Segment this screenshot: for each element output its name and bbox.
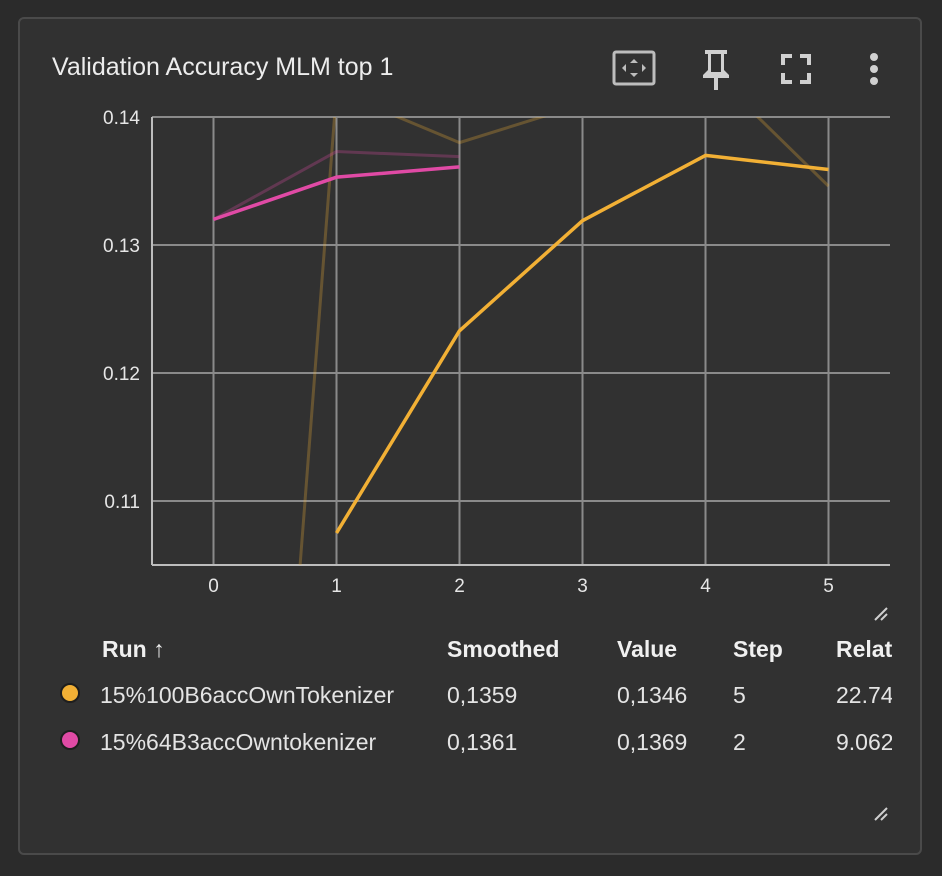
series-color-dot xyxy=(60,683,80,703)
chart-card: Validation Accuracy MLM top 1 0 1 2 3 4 5 0.11… xyxy=(18,17,922,855)
series-raw-line-0 xyxy=(298,117,830,565)
y-tick-label: 0.11 xyxy=(104,492,140,513)
column-header-run[interactable]: Run ↑ xyxy=(102,629,165,669)
column-header-value[interactable]: Value xyxy=(617,629,677,669)
y-tick-label: 0.12 xyxy=(103,364,140,385)
smoothed-value: 0,1361 xyxy=(447,729,518,755)
step-value: 5 xyxy=(733,682,746,708)
x-tick-label: 3 xyxy=(577,576,588,597)
column-header-smoothed[interactable]: Smoothed xyxy=(447,629,559,669)
run-name: 15%100B6accOwnTokenizer xyxy=(100,682,395,708)
x-tick-label: 5 xyxy=(823,576,834,597)
column-header-relative[interactable]: Relat xyxy=(836,629,892,669)
column-header-step[interactable]: Step xyxy=(733,629,783,669)
legend-row[interactable]: 15%100B6accOwnTokenizer 0,1359 0,1346 5 … xyxy=(20,675,892,715)
card-resize-handle[interactable] xyxy=(872,805,890,823)
smoothed-value: 0,1359 xyxy=(447,682,518,708)
relative-time: 9.062 xyxy=(836,729,892,755)
legend-header-row: Run ↑ Smoothed Value Step Relat xyxy=(20,629,892,669)
raw-value: 0,1369 xyxy=(617,729,688,755)
resize-icon xyxy=(874,807,888,821)
x-tick-label: 1 xyxy=(331,576,342,597)
raw-value: 0,1346 xyxy=(617,682,688,708)
x-tick-label: 0 xyxy=(208,576,219,597)
plot-area xyxy=(212,117,830,565)
y-tick-label: 0.13 xyxy=(103,236,140,257)
legend-table: Run ↑ Smoothed Value Step Relat 15%100B6… xyxy=(20,629,892,779)
relative-time: 22.74 xyxy=(836,682,892,708)
line-chart[interactable]: 0 1 2 3 4 5 0.11 0.12 0.13 0.14 xyxy=(20,19,920,619)
x-tick-label: 2 xyxy=(454,576,465,597)
chart-resize-handle[interactable] xyxy=(872,605,890,623)
series-color-dot xyxy=(60,730,80,750)
resize-icon xyxy=(874,607,888,621)
y-tick-label: 0.14 xyxy=(103,108,140,129)
run-name: 15%64B3accOwntokenizer xyxy=(100,729,377,755)
legend-row[interactable]: 15%64B3accOwntokenizer 0,1361 0,1369 2 9… xyxy=(20,722,892,762)
step-value: 2 xyxy=(733,729,746,755)
x-tick-label: 4 xyxy=(700,576,711,597)
